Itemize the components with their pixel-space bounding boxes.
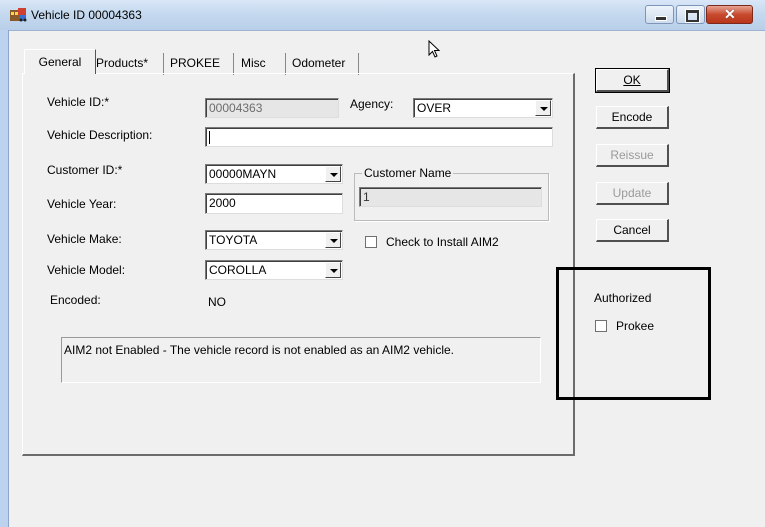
background-window-edge	[0, 30, 9, 527]
prokee-label: Prokee	[616, 319, 655, 333]
customer-name-field[interactable]: 1	[359, 187, 542, 207]
tab-products[interactable]: Products*	[94, 54, 150, 72]
customer-name-legend: Customer Name	[362, 166, 454, 180]
vehicle-description-input[interactable]	[205, 127, 553, 147]
tab-separator	[233, 53, 234, 75]
minimize-icon	[655, 16, 667, 21]
install-aim2-checkbox[interactable]	[365, 236, 377, 248]
mouse-cursor-icon	[428, 40, 441, 58]
agency-label: Agency:	[350, 97, 394, 111]
tab-separator	[285, 53, 286, 75]
minimize-button[interactable]	[645, 5, 674, 24]
title-bar[interactable]: Vehicle ID 00004363 ✕	[0, 0, 765, 31]
ok-button[interactable]: OK	[595, 68, 670, 93]
ok-button-label: OK	[623, 73, 641, 87]
window-title: Vehicle ID 00004363	[31, 8, 142, 22]
close-icon: ✕	[724, 6, 736, 22]
encode-button[interactable]: Encode	[596, 106, 669, 129]
vehicle-make-value: TOYOTA	[209, 233, 258, 247]
maximize-icon	[686, 10, 699, 22]
maximize-button[interactable]	[676, 5, 705, 24]
encoded-value: NO	[208, 295, 226, 309]
customer-id-label: Customer ID:*	[47, 163, 123, 177]
vehicle-model-label: Vehicle Model:	[47, 263, 126, 277]
tab-prokee[interactable]: PROKEE	[168, 54, 222, 72]
install-aim2-label: Check to Install AIM2	[386, 235, 499, 249]
vehicle-model-value: COROLLA	[209, 263, 267, 277]
status-message: AIM2 not Enabled - The vehicle record is…	[64, 343, 455, 357]
agency-value: OVER	[417, 101, 452, 115]
customer-id-select[interactable]: 00000MAYN	[205, 164, 343, 184]
vehicle-year-label: Vehicle Year:	[47, 197, 117, 211]
authorized-heading: Authorized	[594, 291, 652, 305]
chevron-down-icon[interactable]	[325, 232, 341, 248]
vehicle-description-label: Vehicle Description:	[47, 128, 153, 142]
vehicle-model-select[interactable]: COROLLA	[205, 260, 343, 280]
reissue-button[interactable]: Reissue	[596, 144, 669, 167]
tab-general[interactable]: General	[24, 49, 96, 74]
chevron-down-icon[interactable]	[325, 166, 341, 182]
vehicle-id-field[interactable]: 00004363	[205, 98, 339, 118]
vehicle-app-icon	[10, 8, 27, 22]
tab-separator	[163, 53, 164, 75]
vehicle-make-select[interactable]: TOYOTA	[205, 230, 343, 250]
update-button[interactable]: Update	[596, 182, 669, 205]
encoded-label: Encoded:	[50, 293, 101, 307]
customer-id-value: 00000MAYN	[209, 167, 277, 181]
agency-select[interactable]: OVER	[413, 98, 553, 118]
chevron-down-icon[interactable]	[325, 262, 341, 278]
vehicle-make-label: Vehicle Make:	[47, 232, 122, 246]
authorized-highlight-box	[556, 267, 711, 400]
tab-misc[interactable]: Misc	[239, 54, 268, 72]
cancel-button[interactable]: Cancel	[596, 219, 669, 242]
tab-odometer[interactable]: Odometer	[290, 54, 347, 72]
status-message-box: AIM2 not Enabled - The vehicle record is…	[61, 337, 541, 383]
text-caret	[209, 131, 210, 145]
chevron-down-icon[interactable]	[535, 100, 551, 116]
customer-name-group: Customer Name 1	[354, 166, 549, 221]
tab-separator	[358, 53, 359, 75]
prokee-checkbox[interactable]	[595, 320, 607, 332]
vehicle-dialog-window: Vehicle ID 00004363 ✕ General Products* …	[0, 0, 765, 527]
vehicle-id-label: Vehicle ID:*	[47, 95, 110, 109]
vehicle-year-input[interactable]: 2000	[205, 193, 343, 214]
close-button[interactable]: ✕	[706, 5, 753, 24]
